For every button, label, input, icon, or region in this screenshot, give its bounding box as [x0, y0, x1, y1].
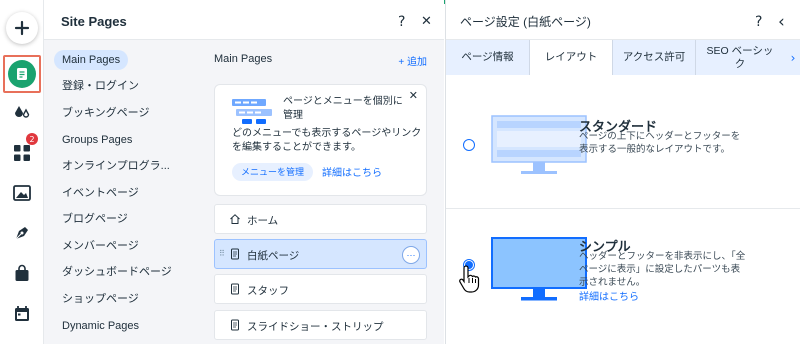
close-icon[interactable]: ✕	[421, 14, 432, 29]
site-pages-header: Site Pages ? ✕	[44, 4, 444, 40]
site-pages-panel: Site Pages ? ✕ Main Pages 登録・ログイン ブッキングペ…	[44, 0, 444, 344]
standard-radio[interactable]	[463, 139, 475, 151]
tabs-scroll-right-icon[interactable]: ›	[785, 40, 800, 75]
menu-item-online-programs[interactable]: オンラインプログラ...	[54, 156, 178, 176]
store-button[interactable]	[6, 257, 38, 289]
media-button[interactable]	[6, 177, 38, 209]
menu-item-shop[interactable]: ショップページ	[54, 289, 147, 309]
page-settings-panel: ページ設定 (白紙ページ) ? ‹ ページ情報 レイアウト アクセス許可 SEO…	[445, 0, 800, 344]
left-toolbar: 2	[0, 0, 44, 344]
tab-seo-basics[interactable]: SEO ベーシック	[696, 40, 784, 75]
page-label: スタッフ	[247, 285, 289, 297]
menu-list: Main Pages 登録・ログイン ブッキングページ Groups Pages…	[44, 40, 199, 344]
hand-cursor-icon	[459, 265, 480, 293]
card-description: どのメニューでも表示するページやリンクを編集することができます。	[232, 128, 422, 153]
menu-item-dashboard[interactable]: ダッシュボードページ	[54, 262, 180, 282]
settings-header: ページ設定 (白紙ページ) ? ‹	[446, 4, 800, 40]
blog-button[interactable]	[6, 217, 38, 249]
page-item-blank[interactable]: ⠿ 白紙ページ ···	[214, 239, 427, 269]
layout-option-simple[interactable]: シンプル ヘッダーとフッターを非表示にし、「全ページに表示」に設定したパーツも表…	[446, 209, 800, 344]
help-icon[interactable]: ?	[755, 14, 762, 30]
tab-permissions[interactable]: アクセス許可	[613, 40, 695, 75]
help-icon[interactable]: ?	[398, 14, 405, 30]
back-icon[interactable]: ‹	[778, 12, 785, 32]
tab-layout[interactable]: レイアウト	[530, 40, 612, 75]
plus-icon	[14, 20, 30, 36]
add-elements-button[interactable]	[6, 12, 38, 44]
add-page-button[interactable]: + 追加	[398, 53, 427, 68]
learn-more-link[interactable]: 詳細はこちら	[579, 288, 639, 303]
page-icon	[231, 283, 239, 295]
page-item-slideshow[interactable]: スライドショー・ストリップ	[214, 310, 427, 340]
menu-illustration-icon	[232, 99, 272, 124]
layout-description: ヘッダーとフッターを非表示にし、「全ページに表示」に設定したパーツも表示されませ…	[579, 251, 746, 288]
menu-item-members[interactable]: メンバーページ	[54, 236, 147, 256]
settings-tabs: ページ情報 レイアウト アクセス許可 SEO ベーシック ›	[446, 40, 800, 75]
page-icon	[231, 248, 239, 260]
design-button[interactable]	[6, 97, 38, 129]
more-actions-button[interactable]: ···	[402, 246, 420, 264]
page-icon	[231, 319, 239, 331]
page-label: ホーム	[247, 215, 279, 227]
settings-title: ページ設定 (白紙ページ)	[460, 15, 591, 29]
page-item-staff[interactable]: スタッフ	[214, 274, 427, 304]
pen-nib-icon	[15, 227, 28, 240]
page-item-home[interactable]: ホーム	[214, 204, 427, 234]
panel-title: Site Pages	[61, 14, 127, 29]
shopping-bag-icon	[15, 264, 29, 281]
menu-item-booking[interactable]: ブッキングページ	[54, 103, 157, 123]
apps-grid-icon	[14, 145, 30, 161]
paint-drop-icon	[15, 106, 30, 118]
menu-item-events[interactable]: イベントページ	[54, 183, 147, 203]
apps-button[interactable]: 2	[6, 133, 38, 169]
notification-badge: 2	[26, 133, 38, 145]
simple-layout-illustration-icon	[491, 237, 587, 301]
page-icon	[17, 68, 27, 80]
pages-menu-button[interactable]	[3, 55, 41, 93]
bookings-button[interactable]	[6, 297, 38, 329]
pages-list-column: Main Pages + 追加 ✕ ページとメニューを個別に管理 どのメニューで…	[199, 40, 444, 344]
layout-description: ページの上下にヘッダーとフッターを表示する一般的なレイアウトです。	[579, 131, 741, 155]
menu-item-dynamic[interactable]: Dynamic Pages	[54, 316, 147, 336]
card-title: ページとメニューを個別に管理	[283, 96, 403, 121]
page-label: 白紙ページ	[247, 250, 300, 262]
tab-page-info[interactable]: ページ情報	[446, 40, 529, 75]
drag-handle-icon[interactable]: ⠿	[219, 249, 225, 258]
menu-item-groups[interactable]: Groups Pages	[54, 130, 140, 150]
layout-option-standard[interactable]: スタンダード ページの上下にヘッダーとフッターを表示する一般的なレイアウトです。	[446, 75, 800, 208]
menu-item-main-pages[interactable]: Main Pages	[54, 50, 129, 70]
manage-menus-button[interactable]: メニューを管理	[232, 163, 314, 181]
page-label: スライドショー・ストリップ	[247, 321, 384, 333]
standard-layout-illustration-icon	[491, 115, 587, 174]
learn-more-link[interactable]: 詳細はこちら	[322, 164, 382, 179]
menu-item-signup-login[interactable]: 登録・ログイン	[54, 76, 147, 96]
calendar-icon	[15, 305, 29, 321]
pages-heading: Main Pages	[214, 53, 273, 65]
info-card: ✕ ページとメニューを個別に管理 どのメニューでも表示するページやリンクを編集す…	[214, 84, 427, 196]
menu-item-blog[interactable]: ブログページ	[54, 209, 136, 229]
home-icon	[230, 214, 240, 224]
image-icon	[13, 185, 31, 201]
